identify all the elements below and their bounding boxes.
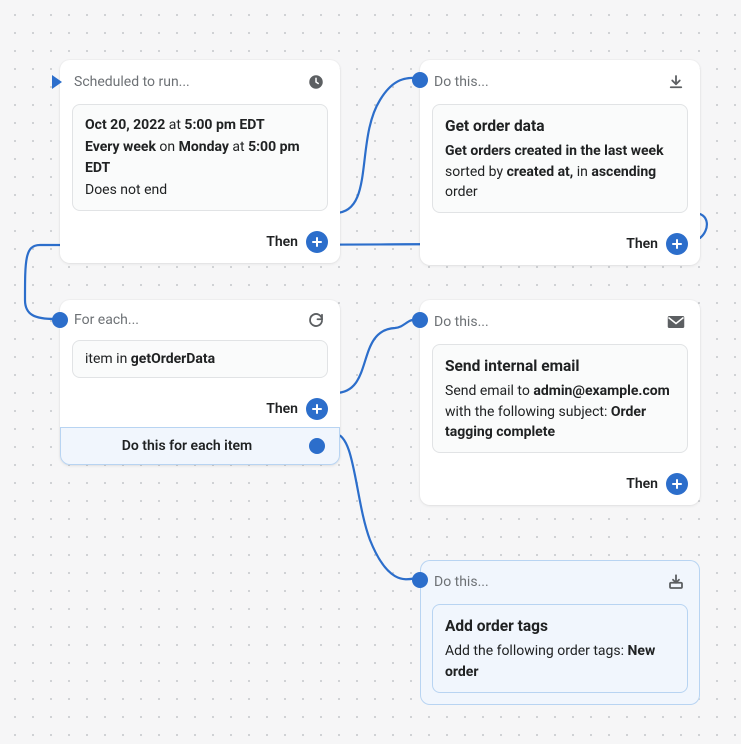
then-row: Then bbox=[60, 390, 340, 428]
input-port[interactable] bbox=[412, 572, 428, 588]
input-port[interactable] bbox=[52, 312, 68, 328]
loop-icon bbox=[306, 310, 326, 330]
then-label: Then bbox=[266, 234, 298, 250]
each-item-port[interactable] bbox=[309, 438, 325, 454]
card-header: Do this... bbox=[420, 560, 700, 604]
input-port[interactable] bbox=[412, 312, 428, 328]
card-header: Do this... bbox=[420, 300, 700, 344]
card-header: Scheduled to run... bbox=[60, 60, 340, 104]
add-step-button[interactable] bbox=[666, 473, 688, 495]
card-body: Get order data Get orders created in the… bbox=[432, 104, 688, 213]
download-icon bbox=[666, 72, 686, 92]
card-body: Add order tags Add the following order t… bbox=[432, 604, 688, 693]
card-body: Send internal email Send email to admin@… bbox=[432, 344, 688, 453]
node-send-email[interactable]: Do this... Send internal email Send emai… bbox=[420, 300, 700, 505]
then-row: Then bbox=[420, 225, 700, 265]
add-step-button[interactable] bbox=[666, 233, 688, 255]
start-icon bbox=[50, 72, 64, 92]
add-step-button[interactable] bbox=[306, 398, 328, 420]
then-row: Then bbox=[60, 223, 340, 263]
input-port[interactable] bbox=[412, 72, 428, 88]
node-add-order-tags[interactable]: Do this... Add order tags Add the follow… bbox=[420, 560, 700, 705]
then-label: Then bbox=[266, 401, 298, 417]
card-title: Do this... bbox=[434, 314, 656, 330]
node-for-each[interactable]: For each... item in getOrderData Then Do… bbox=[60, 300, 340, 465]
card-header: For each... bbox=[60, 300, 340, 340]
card-body: item in getOrderData bbox=[72, 340, 328, 378]
node-scheduled-trigger[interactable]: Scheduled to run... Oct 20, 2022 at 5:00… bbox=[60, 60, 340, 263]
card-title: For each... bbox=[74, 312, 296, 328]
add-step-button[interactable] bbox=[306, 231, 328, 253]
then-label: Then bbox=[626, 476, 658, 492]
then-row: Then bbox=[420, 465, 700, 505]
clock-icon bbox=[306, 72, 326, 92]
node-get-order-data[interactable]: Do this... Get order data Get orders cre… bbox=[420, 60, 700, 265]
for-each-label: Do this for each item bbox=[75, 438, 299, 454]
card-title: Do this... bbox=[434, 574, 656, 590]
card-header: Do this... bbox=[420, 60, 700, 104]
card-body: Oct 20, 2022 at 5:00 pm EDT Every week o… bbox=[72, 104, 328, 211]
for-each-footer: Do this for each item bbox=[60, 427, 340, 465]
then-label: Then bbox=[626, 236, 658, 252]
card-title: Scheduled to run... bbox=[74, 74, 296, 90]
card-title: Do this... bbox=[434, 74, 656, 90]
mail-icon bbox=[666, 312, 686, 332]
import-icon bbox=[666, 572, 686, 592]
